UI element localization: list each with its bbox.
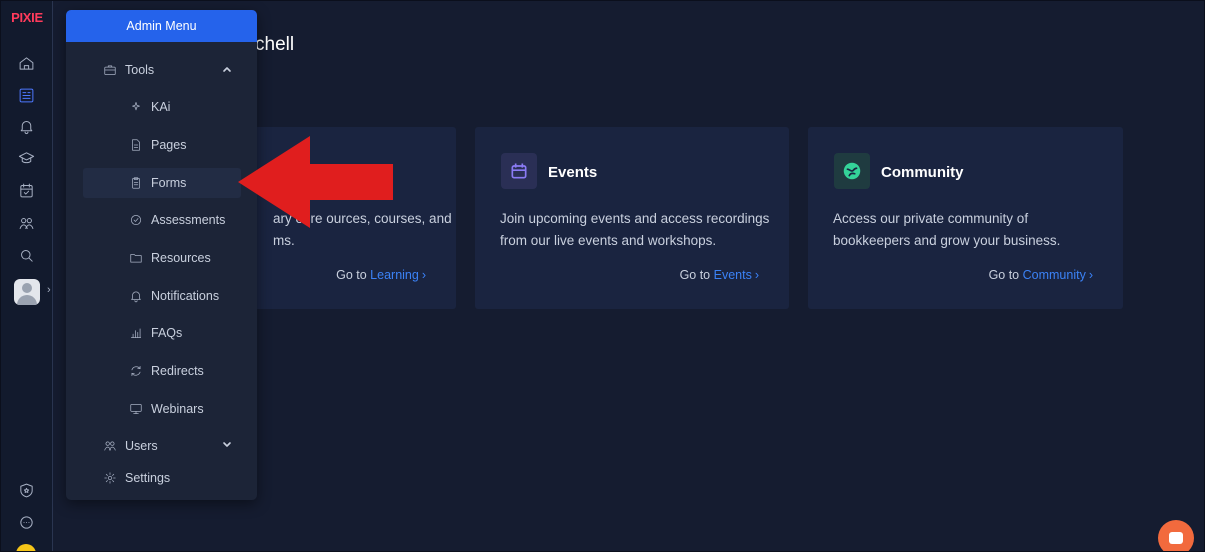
card-description: Access our private community of bookkeep… [833,211,1061,248]
menu-item-faqs[interactable]: FAQs [66,318,257,348]
page-greeting: chell [255,34,295,55]
calendar-icon [501,153,537,189]
users-icon [104,441,116,451]
pixie-logo[interactable]: PIXIE [5,10,49,25]
sparkle-icon [132,101,140,111]
admin-menu: Admin Menu Tools KAi Pages Forms Assessm… [66,10,257,500]
menu-item-redirects[interactable]: Redirects [66,356,257,386]
chevron-down-icon [222,439,232,449]
card-title: Community [881,164,964,181]
menu-item-assessments[interactable]: Assessments [66,205,257,235]
go-to-community-link[interactable]: Go to Community › [989,268,1093,282]
search-icon[interactable] [16,245,36,265]
bell-icon[interactable] [16,116,36,136]
check-circle-icon [130,214,142,226]
menu-item-tools[interactable]: Tools [66,55,257,85]
go-to-events-link[interactable]: Go to Events › [680,268,759,282]
card-title: Events [548,164,598,181]
toolbox-icon [104,65,116,76]
page-icon [132,139,140,151]
chat-icon [1169,532,1183,544]
menu-item-notifications[interactable]: Notifications [66,281,257,311]
go-to-learning-link[interactable]: Go to Learning › [336,268,426,282]
form-icon [132,177,140,189]
red-arrow-annotation [238,136,393,228]
menu-item-kai[interactable]: KAi [66,92,257,122]
status-avatar[interactable] [16,544,36,552]
events-card[interactable]: Events Join upcoming events and access r… [475,127,789,309]
chevron-right-icon: › [1088,268,1093,282]
bell-icon [131,291,141,303]
calendar-check-icon[interactable] [16,180,36,200]
menu-item-resources[interactable]: Resources [66,243,257,273]
home-icon[interactable] [16,53,36,73]
community-card[interactable]: Community Access our private community o… [808,127,1123,309]
refresh-icon [131,365,141,377]
chevron-up-icon [222,63,232,73]
menu-item-users[interactable]: Users [66,431,257,461]
bar-chart-icon [130,328,142,339]
menu-item-pages[interactable]: Pages [66,130,257,160]
graduation-cap-icon[interactable] [16,148,36,168]
support-chat-button[interactable] [1158,520,1194,552]
chevron-right-icon: › [421,268,426,282]
avatar[interactable] [14,279,40,305]
chevron-right-icon[interactable]: › [47,284,51,296]
card-description: Join upcoming events and access recordin… [500,211,770,248]
dashboard-icon[interactable] [16,85,36,105]
menu-item-webinars[interactable]: Webinars [66,394,257,424]
community-globe-icon [834,153,870,189]
gear-icon [104,472,116,484]
left-nav-rail: PIXIE › [0,0,53,552]
chevron-right-icon: › [754,268,759,282]
chat-icon[interactable] [16,512,36,532]
monitor-icon [130,403,142,415]
menu-item-forms[interactable]: Forms [83,168,241,198]
community-icon[interactable] [16,213,36,233]
menu-item-settings[interactable]: Settings [66,463,257,493]
admin-menu-header: Admin Menu [66,10,257,42]
folder-icon [130,254,142,263]
shield-star-icon[interactable] [16,480,36,500]
